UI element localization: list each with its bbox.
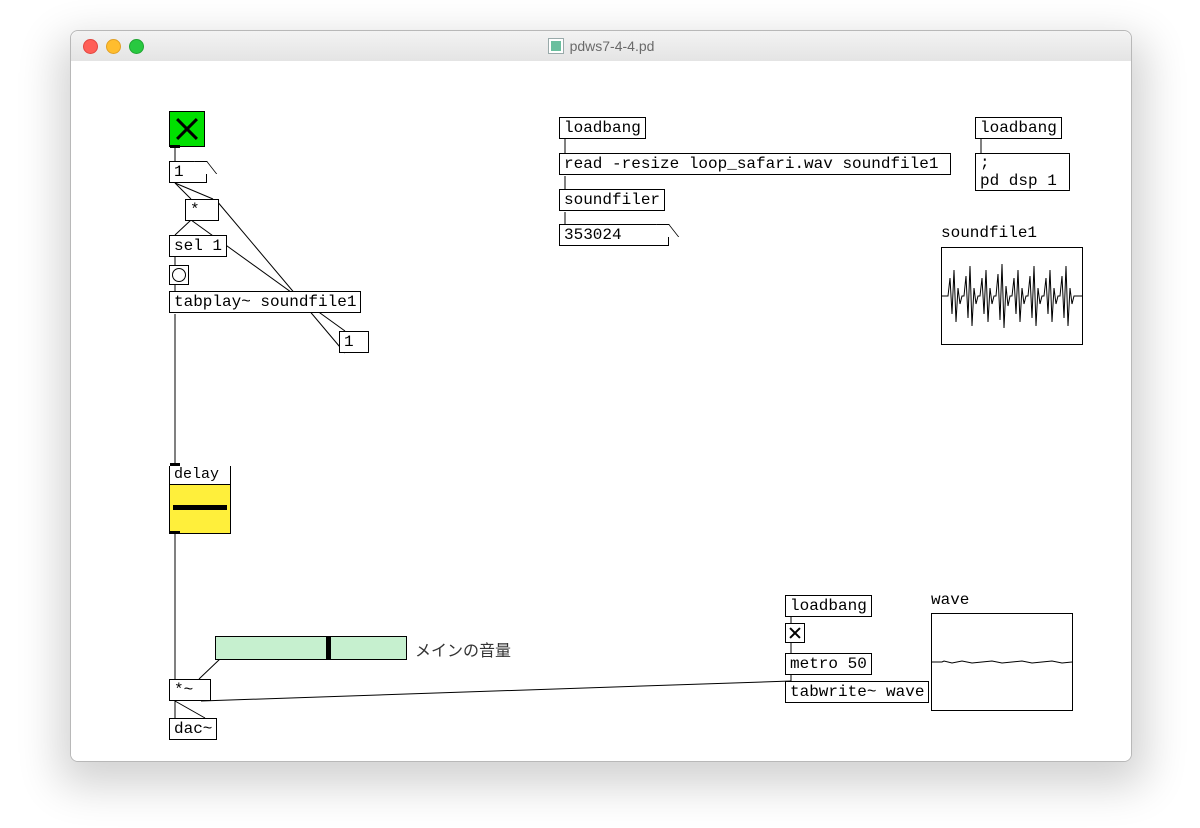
waveform-icon [942, 248, 1082, 344]
wave-array-label: wave [931, 591, 969, 609]
dac-object[interactable]: dac~ [169, 718, 217, 740]
play-toggle[interactable] [169, 111, 205, 147]
read-message[interactable]: read -resize loop_safari.wav soundfile1 [559, 153, 951, 175]
patch-canvas[interactable]: 1 * sel 1 tabplay~ soundfile1 1 delay メ [71, 61, 1131, 761]
volume-label: メインの音量 [415, 637, 511, 661]
delay-subpatch[interactable]: delay [169, 466, 231, 534]
loadbang-dsp[interactable]: loadbang [975, 117, 1062, 139]
loadbang-wave[interactable]: loadbang [785, 595, 872, 617]
window-title-text: pdws7-4-4.pd [570, 38, 655, 54]
wave-array-view[interactable] [931, 613, 1073, 711]
dsp-on-message[interactable]: ; pd dsp 1 [975, 153, 1070, 191]
tabwrite-object[interactable]: tabwrite~ wave [785, 681, 929, 703]
volume-slider[interactable] [215, 636, 407, 660]
multiply-object[interactable]: * [185, 199, 219, 221]
app-window: pdws7-4-4.pd [70, 30, 1132, 762]
loadbang-loader[interactable]: loadbang [559, 117, 646, 139]
tabplay-object[interactable]: tabplay~ soundfile1 [169, 291, 361, 313]
number-box-1[interactable]: 1 [169, 161, 207, 183]
waveform-flat-icon [932, 614, 1072, 710]
soundfile-array-view[interactable] [941, 247, 1083, 345]
window-title: pdws7-4-4.pd [71, 31, 1131, 61]
wave-toggle[interactable] [785, 623, 805, 643]
message-one[interactable]: 1 [339, 331, 369, 353]
soundfile-array-label: soundfile1 [941, 224, 1037, 242]
soundfiler-object[interactable]: soundfiler [559, 189, 665, 211]
signal-multiply-object[interactable]: *~ [169, 679, 211, 701]
titlebar[interactable]: pdws7-4-4.pd [71, 31, 1131, 62]
bang-button[interactable] [169, 265, 189, 285]
metro-object[interactable]: metro 50 [785, 653, 872, 675]
pd-doc-icon [548, 38, 564, 54]
sel-object[interactable]: sel 1 [169, 235, 227, 257]
delay-label: delay [170, 466, 230, 485]
sample-count-number[interactable]: 353024 [559, 224, 669, 246]
